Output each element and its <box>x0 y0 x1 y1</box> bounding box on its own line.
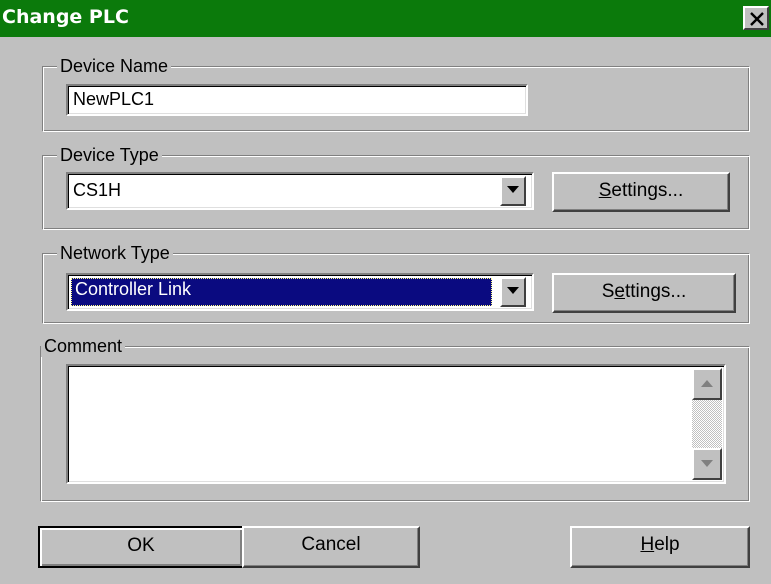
cancel-button[interactable]: Cancel <box>242 526 420 568</box>
settings-label-post: ttings... <box>625 281 687 302</box>
settings-label-accel: S <box>598 180 612 201</box>
network-type-select[interactable]: Controller Link <box>66 273 534 311</box>
network-type-value: Controller Link <box>75 279 192 299</box>
chevron-down-icon <box>507 287 519 294</box>
device-type-select[interactable]: CS1H <box>66 172 534 210</box>
help-button[interactable]: Help <box>570 526 750 568</box>
network-type-dropdown-button[interactable] <box>500 277 526 307</box>
device-type-label: Device Type <box>57 144 162 166</box>
close-button[interactable] <box>743 6 769 30</box>
comment-textarea[interactable] <box>66 364 726 484</box>
scroll-up-arrow-icon <box>701 380 713 387</box>
change-plc-dialog: Change PLC Device Name NewPLC1 Device Ty… <box>0 0 771 584</box>
settings-label-post: ettings... <box>611 180 684 201</box>
scroll-track[interactable] <box>692 400 722 448</box>
device-name-value: NewPLC1 <box>73 89 155 109</box>
network-type-selection: Controller Link <box>71 278 492 306</box>
device-type-value: CS1H <box>73 180 122 200</box>
title-bar: Change PLC <box>0 0 771 37</box>
device-type-dropdown-button[interactable] <box>500 176 526 206</box>
scroll-down-arrow-icon <box>701 460 713 467</box>
scroll-up-button[interactable] <box>692 368 722 400</box>
window-title: Change PLC <box>2 6 129 28</box>
help-label-accel: H <box>640 534 655 555</box>
help-label-post: elp <box>654 534 680 555</box>
network-type-settings-button[interactable]: Settings... <box>552 273 736 313</box>
network-type-label: Network Type <box>57 242 173 264</box>
scroll-down-button[interactable] <box>692 448 722 480</box>
chevron-down-icon <box>507 186 519 193</box>
comment-label: Comment <box>41 335 126 357</box>
ok-button[interactable]: OK <box>38 526 244 568</box>
device-name-input[interactable]: NewPLC1 <box>66 84 528 116</box>
settings-label-pre: S <box>601 281 615 302</box>
settings-label-accel: e <box>614 281 625 302</box>
comment-scrollbar[interactable] <box>692 368 722 480</box>
device-name-label: Device Name <box>57 55 172 77</box>
close-icon <box>750 12 764 26</box>
device-type-settings-button[interactable]: Settings... <box>552 172 730 212</box>
